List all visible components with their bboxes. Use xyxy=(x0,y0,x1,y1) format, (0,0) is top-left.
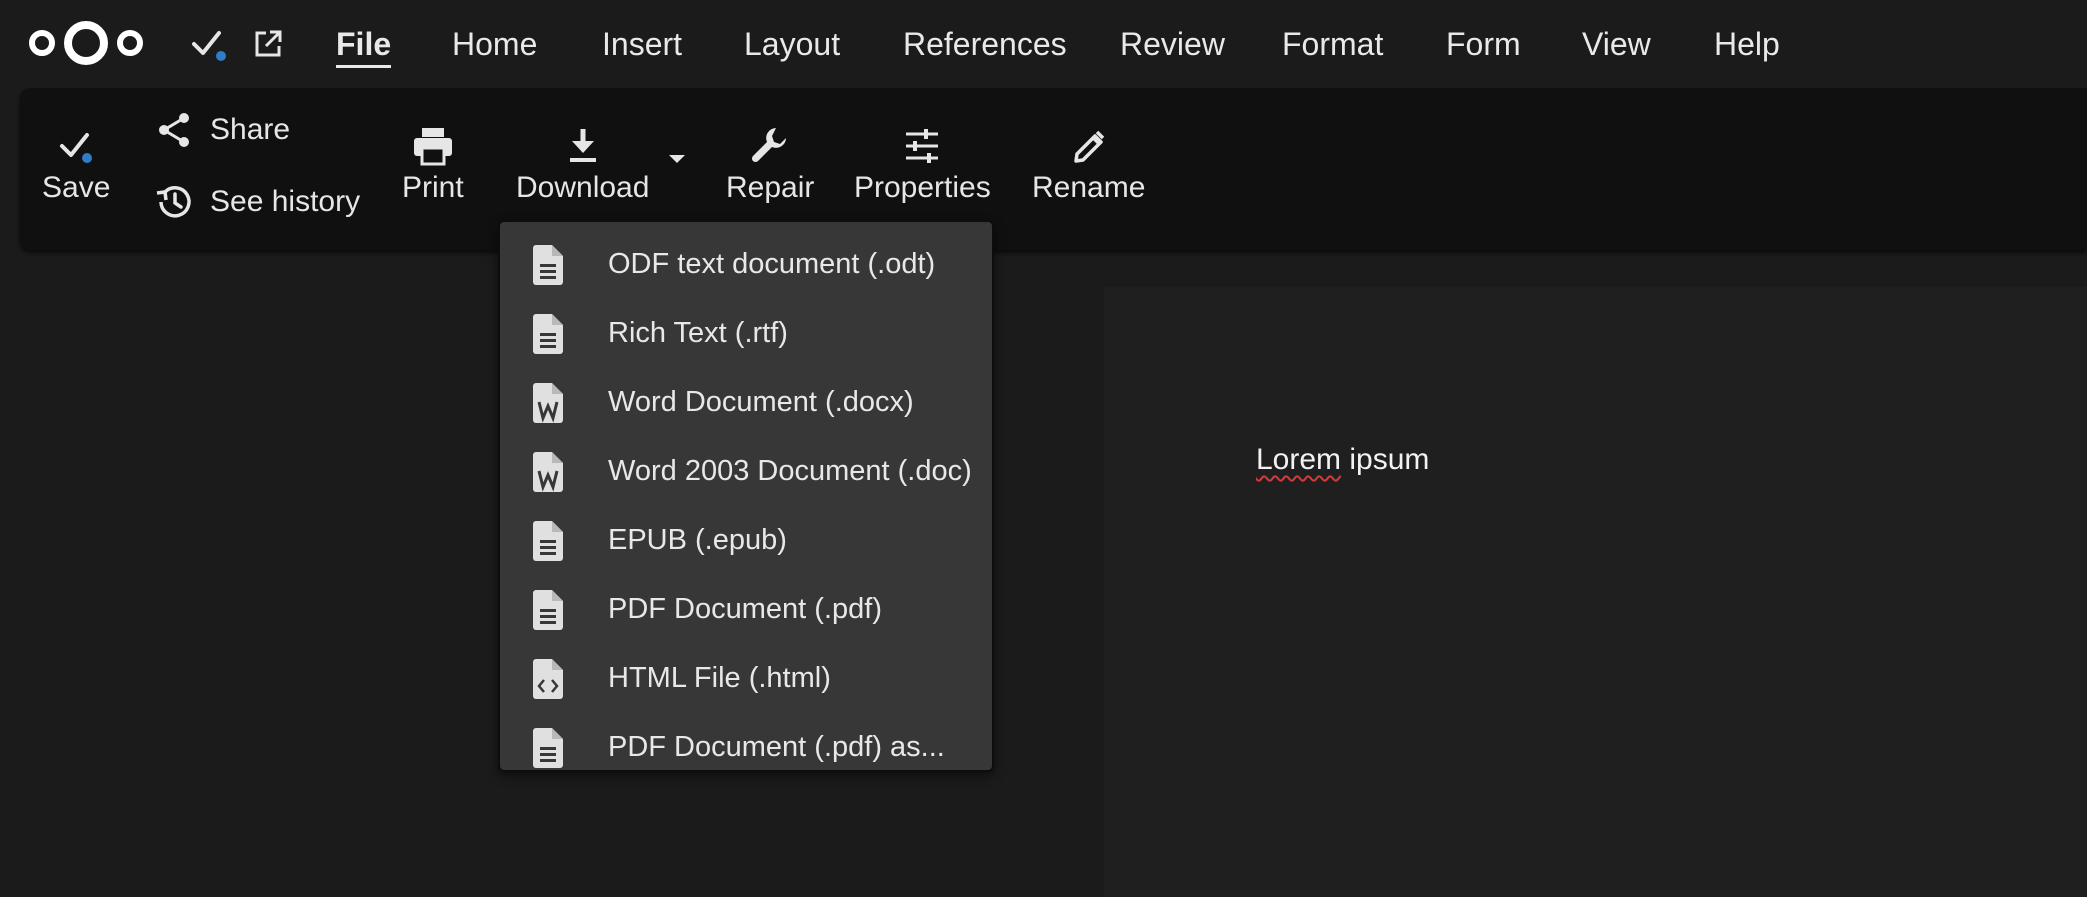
download-icon xyxy=(559,122,607,170)
history-icon xyxy=(150,178,198,226)
word-document-icon xyxy=(528,379,568,427)
document-icon xyxy=(528,586,568,634)
menu-item-html[interactable]: HTML File (.html) xyxy=(500,644,992,713)
document-word: ipsum xyxy=(1341,443,1430,476)
download-label: Download xyxy=(516,171,650,204)
file-ribbon: Save Share See history Print Download Re… xyxy=(20,88,2087,250)
menu-item-doc[interactable]: Word 2003 Document (.doc) xyxy=(500,437,992,506)
document-page[interactable] xyxy=(1104,287,2087,897)
document-icon xyxy=(528,724,568,772)
print-label: Print xyxy=(402,171,464,204)
menu-bar: File Home Insert Layout References Revie… xyxy=(0,0,2087,88)
menu-home[interactable]: Home xyxy=(452,22,537,66)
nextcloud-logo[interactable] xyxy=(26,20,146,66)
menu-references[interactable]: References xyxy=(903,22,1067,66)
menu-item-label: HTML File (.html) xyxy=(608,662,831,694)
repair-label: Repair xyxy=(726,171,815,204)
save-status-icon[interactable] xyxy=(186,22,230,66)
document-text[interactable]: Lorem ipsum xyxy=(1256,440,1429,480)
menu-item-label: EPUB (.epub) xyxy=(608,524,787,556)
rename-button[interactable]: Rename xyxy=(1032,122,1145,206)
menu-file[interactable]: File xyxy=(336,22,392,68)
repair-button[interactable]: Repair xyxy=(726,122,814,206)
download-dropdown-arrow[interactable] xyxy=(666,152,688,171)
see-history-button[interactable]: See history xyxy=(150,178,360,226)
wrench-icon xyxy=(746,122,794,170)
menu-help[interactable]: Help xyxy=(1714,22,1780,66)
open-external-icon[interactable] xyxy=(246,22,290,66)
check-icon xyxy=(52,122,100,170)
see-history-label: See history xyxy=(210,185,361,218)
menu-view[interactable]: View xyxy=(1582,22,1651,66)
share-label: Share xyxy=(210,113,291,146)
menu-item-label: Word Document (.docx) xyxy=(608,386,914,418)
code-file-icon xyxy=(528,655,568,703)
menu-review[interactable]: Review xyxy=(1120,22,1225,66)
menu-insert[interactable]: Insert xyxy=(602,22,682,66)
menu-item-label: PDF Document (.pdf) xyxy=(608,593,882,625)
document-icon xyxy=(528,241,568,289)
properties-button[interactable]: Properties xyxy=(854,122,991,206)
menu-item-pdf-as[interactable]: PDF Document (.pdf) as... xyxy=(500,713,992,782)
download-format-menu: ODF text document (.odt) Rich Text (.rtf… xyxy=(498,220,994,772)
misspelled-word[interactable]: Lorem xyxy=(1256,443,1341,476)
menu-item-label: PDF Document (.pdf) as... xyxy=(608,731,945,763)
menu-item-label: ODF text document (.odt) xyxy=(608,248,936,280)
menu-item-rtf[interactable]: Rich Text (.rtf) xyxy=(500,299,992,368)
menu-item-pdf[interactable]: PDF Document (.pdf) xyxy=(500,575,992,644)
menu-form[interactable]: Form xyxy=(1446,22,1521,66)
menu-item-docx[interactable]: Word Document (.docx) xyxy=(500,368,992,437)
menu-format[interactable]: Format xyxy=(1282,22,1383,66)
menu-item-label: Rich Text (.rtf) xyxy=(608,317,788,349)
menu-layout[interactable]: Layout xyxy=(744,22,840,66)
rename-label: Rename xyxy=(1032,171,1146,204)
document-icon xyxy=(528,310,568,358)
properties-label: Properties xyxy=(854,171,991,204)
menu-item-odt[interactable]: ODF text document (.odt) xyxy=(500,230,992,299)
download-button[interactable]: Download xyxy=(516,122,649,206)
printer-icon xyxy=(409,122,457,170)
print-button[interactable]: Print xyxy=(402,122,464,206)
chevron-down-icon xyxy=(669,155,685,163)
save-button[interactable]: Save xyxy=(42,122,110,206)
menu-item-epub[interactable]: EPUB (.epub) xyxy=(500,506,992,575)
document-icon xyxy=(528,517,568,565)
sliders-icon xyxy=(898,122,946,170)
share-button[interactable]: Share xyxy=(150,106,290,154)
pencil-icon xyxy=(1065,122,1113,170)
menu-item-label: Word 2003 Document (.doc) xyxy=(608,455,972,487)
word-document-icon xyxy=(528,448,568,496)
save-label: Save xyxy=(42,171,111,204)
share-icon xyxy=(150,106,198,154)
